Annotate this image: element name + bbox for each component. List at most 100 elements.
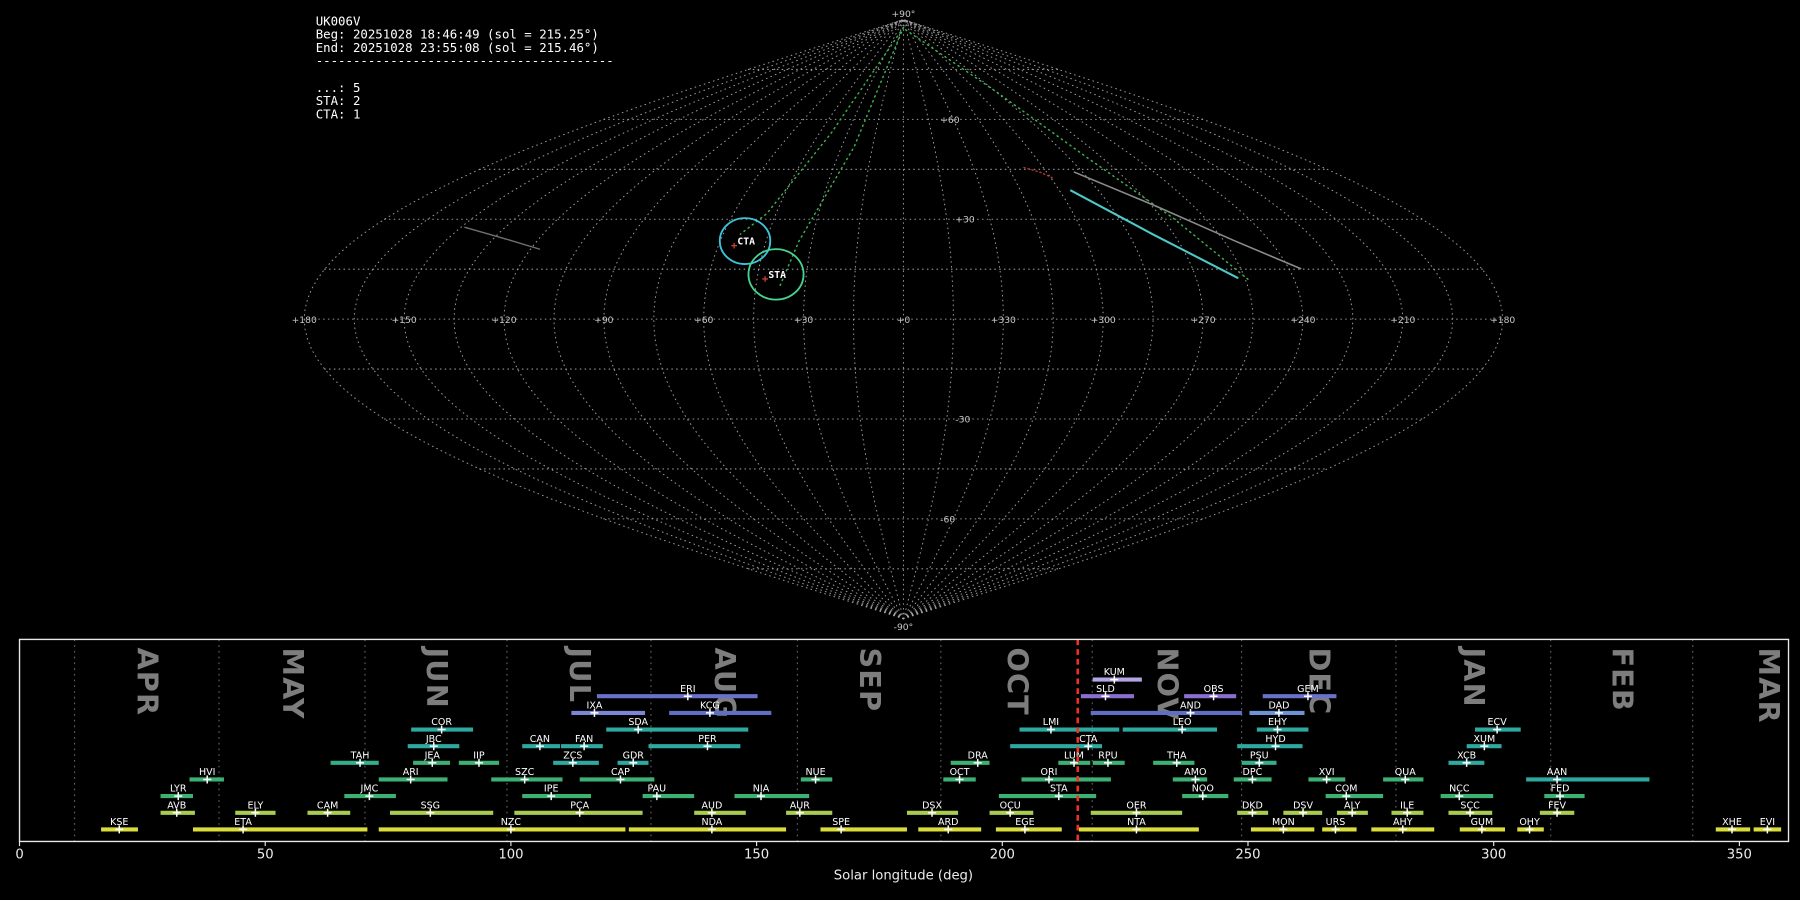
shower-label-hyd: HYD	[1265, 734, 1285, 745]
x-tick-label: 100	[498, 848, 523, 863]
shower-label-lmi: LMI	[1043, 717, 1059, 728]
trail-to-sta	[778, 26, 905, 288]
shower-label-ssg: SSG	[421, 800, 440, 811]
shower-label-noo: NOO	[1192, 784, 1214, 795]
lat-label: -60	[940, 514, 955, 525]
shower-label-ege: EGE	[1015, 817, 1034, 828]
month-label: MAR	[1752, 647, 1786, 723]
shower-label-kcg: KCG	[700, 701, 720, 712]
month-label: MAY	[276, 647, 310, 719]
shower-label-ixa: IXA	[587, 701, 603, 712]
pole-label-top: +90°	[891, 9, 915, 20]
shower-label-sld: SLD	[1096, 684, 1115, 695]
shower-label-jea: JEA	[424, 750, 441, 761]
month-label: JUL	[563, 645, 597, 703]
shower-label-eta: ETA	[234, 817, 252, 828]
shower-label-aur: AUR	[790, 800, 810, 811]
shower-label-nta: NTA	[1127, 817, 1146, 828]
shower-label-iip: IIP	[473, 750, 485, 761]
shower-label-dsx: DSX	[922, 800, 942, 811]
x-tick-label: 200	[990, 848, 1015, 863]
meteor-trail-cyan	[1070, 189, 1239, 279]
shower-label-pau: PAU	[648, 784, 667, 795]
shower-label-gdr: GDR	[623, 750, 645, 761]
shower-label-leo: LEO	[1173, 717, 1192, 728]
shower-label-com: COM	[1335, 784, 1357, 795]
shower-label-aan: AAN	[1547, 767, 1567, 778]
shower-label-kum: KUM	[1104, 667, 1125, 678]
lon-label: +30	[794, 315, 814, 326]
shower-label-nzc: NZC	[501, 817, 522, 828]
lon-label: +120	[491, 315, 516, 326]
lon-label: +270	[1190, 315, 1215, 326]
shower-label-and: AND	[1180, 701, 1201, 712]
shower-label-scc: SCC	[1460, 800, 1480, 811]
shower-label-ori: ORI	[1041, 767, 1058, 778]
shower-label-aud: AUD	[701, 800, 722, 811]
meteor-trail-gray-long	[1073, 171, 1302, 270]
shower-label-tha: THA	[1166, 750, 1187, 761]
shower-label-szc: SZC	[515, 767, 535, 778]
shower-label-spe: SPE	[832, 817, 850, 828]
lon-label: +60	[694, 315, 714, 326]
shower-label-hvi: HVI	[199, 767, 215, 778]
shower-label-rpu: RPU	[1098, 750, 1117, 761]
month-label: DEC	[1303, 647, 1337, 715]
x-tick-label: 350	[1727, 848, 1752, 863]
shower-label-obs: OBS	[1204, 684, 1224, 695]
x-tick-label: 0	[15, 848, 23, 863]
shower-label-cap: CAP	[611, 767, 630, 778]
shower-label-nue: NUE	[806, 767, 826, 778]
shower-label-ahy: AHY	[1393, 817, 1413, 828]
shower-label-lum: LUM	[1064, 750, 1084, 761]
shower-label-psu: PSU	[1250, 750, 1269, 761]
shower-label-sta: STA	[1050, 784, 1068, 795]
month-label: SEP	[853, 647, 887, 712]
shower-label-fan: FAN	[575, 734, 593, 745]
shower-label-per: PER	[698, 734, 717, 745]
lon-label: +240	[1290, 315, 1315, 326]
shower-label-zcs: ZCS	[563, 750, 582, 761]
lat-label: +60	[940, 115, 960, 126]
radiant-label-cta: CTA	[737, 237, 755, 248]
month-label: OCT	[1000, 647, 1034, 715]
shower-label-ohy: OHY	[1519, 817, 1540, 828]
radiant-map: +90° -90° +180 +150 +120 +90 +60 +30 +0 +330 +300 +…	[292, 9, 1516, 633]
shower-label-xhe: XHE	[1722, 817, 1742, 828]
shower-label-kse: KSE	[110, 817, 128, 828]
shower-label-pca: PCA	[570, 800, 589, 811]
month-label: FEB	[1606, 647, 1640, 712]
shower-label-mon: MON	[1272, 817, 1295, 828]
grid-meridian	[653, 18, 904, 620]
x-tick-label: 50	[257, 848, 274, 863]
trail-to-cta	[739, 26, 905, 235]
shower-label-ecv: ECV	[1488, 717, 1508, 728]
plot-svg: +90°-90°+180 +150 +120 +90 +60 +30 +0 +330 +300 +…	[0, 0, 1800, 900]
lon-label: +90	[594, 315, 614, 326]
lon-label: +300	[1091, 315, 1116, 326]
shower-label-ehy: EHY	[1268, 717, 1287, 728]
shower-label-ely: ELY	[247, 800, 263, 811]
shower-label-can: CAN	[530, 734, 550, 745]
shower-label-urs: URS	[1326, 817, 1346, 828]
shower-label-ipe: IPE	[544, 784, 559, 795]
shower-label-aly: ALY	[1344, 800, 1361, 811]
shower-label-sda: SDA	[628, 717, 648, 728]
shower-label-dpc: DPC	[1243, 767, 1263, 778]
month-label: JAN	[1457, 645, 1491, 707]
month-label: APR	[131, 647, 165, 716]
x-tick-label: 300	[1481, 848, 1506, 863]
shower-label-jbc: JBC	[425, 734, 442, 745]
x-axis-label: Solar longitude (deg)	[834, 868, 973, 883]
lat-label: +30	[955, 215, 975, 226]
lat-label: -30	[955, 414, 970, 425]
shower-label-xum: XUM	[1473, 734, 1495, 745]
lon-label: +180	[1490, 315, 1515, 326]
shower-label-evi: EVI	[1760, 817, 1775, 828]
info-panel: UK006VBeg: 20251028 18:46:49 (sol = 215.…	[316, 13, 614, 121]
shower-label-ile: ILE	[1400, 800, 1414, 811]
shower-label-cam: CAM	[317, 800, 338, 811]
shower-label-nda: NDA	[701, 817, 722, 828]
lon-label: +180	[292, 315, 317, 326]
shower-label-gem: GEM	[1297, 684, 1319, 695]
